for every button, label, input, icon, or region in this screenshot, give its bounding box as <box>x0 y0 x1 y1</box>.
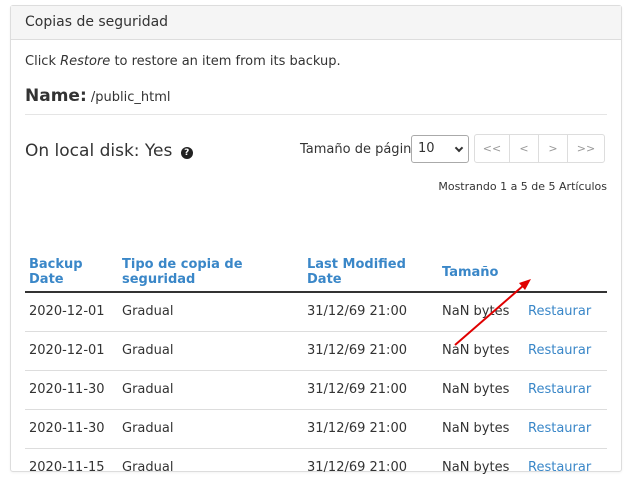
table-row: 2020-11-30 Gradual 31/12/69 21:00 NaN by… <box>25 370 607 410</box>
page-size-select[interactable]: 10 <box>411 135 469 163</box>
restore-link[interactable]: Restaurar <box>528 382 591 397</box>
last-modified: 31/12/69 21:00 <box>303 409 438 449</box>
table-header-row: Backup Date Tipo de copia de seguridad L… <box>25 253 607 293</box>
col-backup-date[interactable]: Backup Date <box>25 253 118 293</box>
chevron-down-icon <box>454 143 464 153</box>
name-label: Name: <box>25 86 87 106</box>
backup-size: NaN bytes <box>438 331 524 371</box>
restore-link[interactable]: Restaurar <box>528 343 591 358</box>
instructions-suffix: to restore an item from its backup. <box>110 54 341 69</box>
backup-date: 2020-12-01 <box>25 292 118 332</box>
prev-page-button[interactable]: < <box>509 134 539 163</box>
divider <box>25 114 607 115</box>
last-page-button[interactable]: >> <box>567 134 605 163</box>
pagination-controls: << < > >> <box>474 134 605 163</box>
table-row: 2020-12-01 Gradual 31/12/69 21:00 NaN by… <box>25 331 607 371</box>
backup-date: 2020-12-01 <box>25 331 118 371</box>
local-disk-text: On local disk: Yes <box>25 141 173 161</box>
backup-type: Gradual <box>122 460 174 476</box>
table-row: 2020-11-15 Gradual 31/12/69 21:00 NaN by… <box>25 448 607 487</box>
question-circle-icon[interactable]: ? <box>180 147 193 159</box>
backups-table: Backup Date Tipo de copia de seguridad L… <box>25 253 607 487</box>
col-last-modified[interactable]: Last Modified Date <box>303 253 438 293</box>
backup-type: Gradual <box>118 331 303 371</box>
backup-size: NaN bytes <box>438 292 524 332</box>
panel-title: Copias de seguridad <box>11 6 621 40</box>
backup-type: Gradual <box>118 292 303 332</box>
next-page-button[interactable]: > <box>538 134 568 163</box>
page-size-label: Tamaño de página <box>300 142 420 157</box>
backup-type: Gradual <box>118 370 303 410</box>
instructions: Click Restore to restore an item from it… <box>25 54 341 69</box>
table-row: 2020-11-30 Gradual 31/12/69 21:00 NaN by… <box>25 409 607 449</box>
last-modified: 31/12/69 21:00 <box>303 331 438 371</box>
backup-size: NaN bytes <box>438 370 524 410</box>
backup-date: 2020-11-30 <box>25 370 118 410</box>
backup-size: NaN bytes <box>442 460 510 476</box>
local-disk-status: On local disk: Yes ? <box>25 141 193 161</box>
restore-link[interactable]: Restaurar <box>528 460 591 475</box>
backups-panel: Copias de seguridad Click Restore to res… <box>10 5 622 475</box>
backup-size: NaN bytes <box>438 409 524 449</box>
backup-type: Gradual <box>118 409 303 449</box>
last-modified: 31/12/69 21:00 <box>307 460 407 476</box>
col-actions <box>524 253 607 293</box>
restore-link[interactable]: Restaurar <box>528 421 591 436</box>
instructions-emphasis: Restore <box>60 54 111 69</box>
page-size-value: 10 <box>418 141 435 156</box>
last-modified: 31/12/69 21:00 <box>303 292 438 332</box>
first-page-button[interactable]: << <box>474 134 510 163</box>
showing-count: Mostrando 1 a 5 de 5 Artículos <box>438 180 607 193</box>
backup-date: 2020-11-30 <box>25 409 118 449</box>
last-modified: 31/12/69 21:00 <box>303 370 438 410</box>
name-line: Name: /public_html <box>25 86 171 106</box>
col-backup-type[interactable]: Tipo de copia de seguridad <box>118 253 303 293</box>
name-value: /public_html <box>86 90 171 105</box>
table-row: 2020-12-01 Gradual 31/12/69 21:00 NaN by… <box>25 292 607 332</box>
restore-link[interactable]: Restaurar <box>528 304 591 319</box>
instructions-prefix: Click <box>25 54 61 69</box>
backup-date: 2020-11-15 <box>29 460 105 476</box>
col-size[interactable]: Tamaño <box>438 253 524 293</box>
